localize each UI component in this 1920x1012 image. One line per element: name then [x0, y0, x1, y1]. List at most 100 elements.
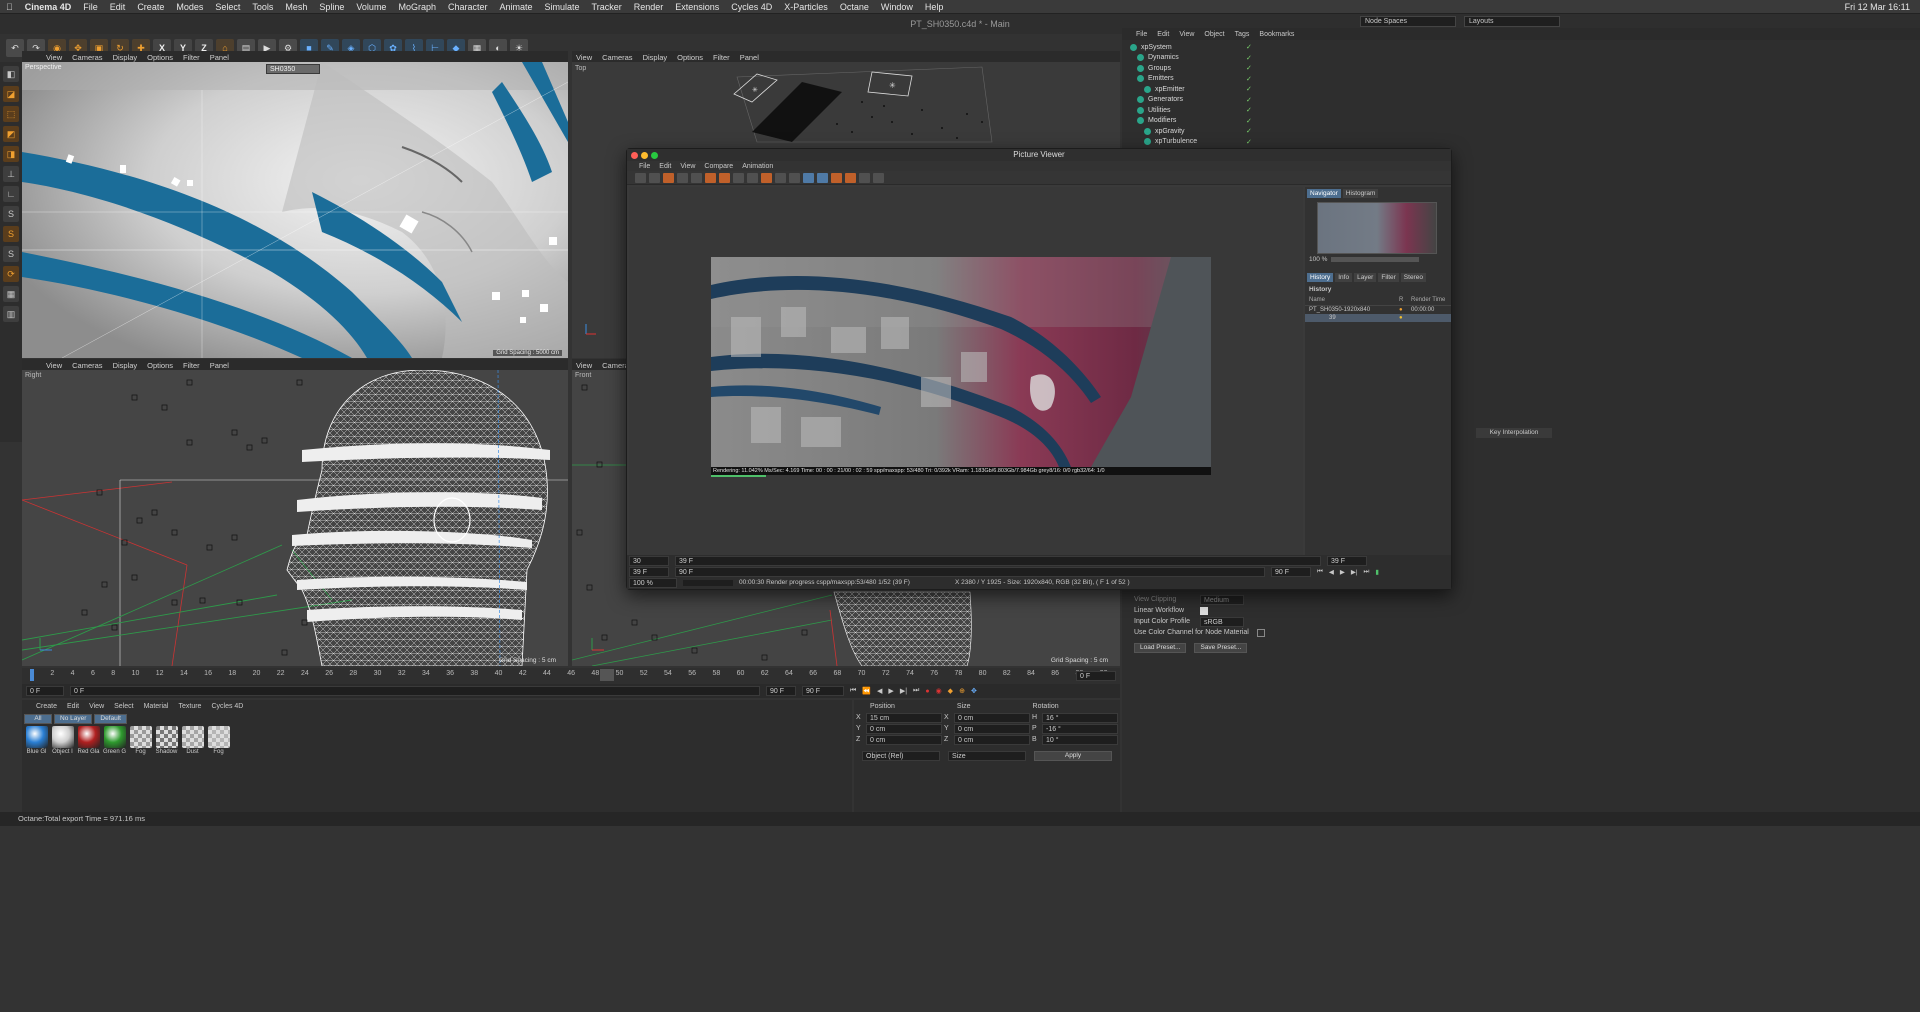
axis-mode-icon[interactable]: ⊥ — [3, 166, 19, 182]
close-window-icon[interactable] — [631, 152, 638, 159]
vp-menu-options[interactable]: Options — [677, 53, 703, 62]
frame-end-field[interactable]: 90 F — [1271, 566, 1311, 577]
tab-histogram[interactable]: Histogram — [1342, 189, 1379, 198]
tab-info[interactable]: Info — [1335, 273, 1353, 282]
size-field[interactable]: 0 cm — [954, 734, 1030, 745]
material-item[interactable]: Fog — [206, 726, 231, 755]
filter-default[interactable]: Default — [94, 714, 127, 724]
navigator-thumbnail[interactable] — [1317, 202, 1437, 254]
motion-icon[interactable]: ✥ — [971, 687, 977, 695]
pv-menu-edit[interactable]: Edit — [659, 163, 671, 170]
checkmark-icon[interactable]: ✓ — [1246, 96, 1252, 104]
apply-button[interactable]: Apply — [1034, 751, 1112, 761]
frame-b-field[interactable]: 39 F — [629, 566, 669, 577]
menu-character[interactable]: Character — [442, 2, 494, 12]
linear-workflow-checkbox[interactable] — [1200, 606, 1208, 615]
vp-menu-filter[interactable]: Filter — [713, 53, 730, 62]
obj-menu-object[interactable]: Object — [1204, 31, 1224, 38]
minimize-window-icon[interactable] — [641, 152, 648, 159]
picture-viewer-window[interactable]: Picture Viewer File Edit View Compare An… — [626, 148, 1452, 590]
filter-all[interactable]: All — [24, 714, 52, 724]
menu-spline[interactable]: Spline — [313, 2, 350, 12]
model-mode-icon[interactable]: ◧ — [3, 66, 19, 82]
pos-field[interactable]: 0 cm — [866, 723, 942, 734]
vp-menu-cameras[interactable]: Cameras — [602, 53, 632, 62]
ab-compare-icon[interactable] — [705, 172, 716, 183]
menu-mesh[interactable]: Mesh — [279, 2, 313, 12]
object-row[interactable]: xpSystem ✓ — [1130, 42, 1920, 53]
menu-render[interactable]: Render — [628, 2, 670, 12]
vp-menu-cameras[interactable]: Cameras — [72, 361, 102, 370]
object-row[interactable]: xpGravity ✓ — [1130, 126, 1920, 137]
vp-menu-filter[interactable]: Filter — [183, 53, 200, 62]
filter-no-layer[interactable]: No Layer — [54, 714, 93, 724]
tab-filter[interactable]: Filter — [1378, 273, 1399, 282]
color-picker-icon[interactable] — [761, 172, 772, 183]
mat-menu-cycles4d[interactable]: Cycles 4D — [211, 703, 243, 710]
pv-go-start-icon[interactable]: ⏮ — [1317, 568, 1323, 576]
edges-mode-icon[interactable]: ◩ — [3, 126, 19, 142]
mat-menu-texture[interactable]: Texture — [179, 703, 202, 710]
frame-a-field[interactable]: 30 — [629, 555, 669, 566]
right-viewport[interactable]: Right Grid Spacing : 5 cm — [22, 370, 568, 666]
mat-menu-view[interactable]: View — [89, 703, 104, 710]
object-row[interactable]: Emitters ✓ — [1130, 74, 1920, 85]
material-item[interactable]: Red Gla — [76, 726, 101, 755]
zoom-window-icon[interactable] — [651, 152, 658, 159]
obj-menu-file[interactable]: File — [1136, 31, 1147, 38]
go-end-icon[interactable]: ⏭ — [913, 687, 919, 695]
material-item[interactable]: Shadow — [154, 726, 179, 755]
keyframe-selection-icon[interactable]: ⊕ — [959, 687, 965, 695]
obj-menu-edit[interactable]: Edit — [1157, 31, 1169, 38]
alpha-icon[interactable] — [775, 172, 786, 183]
pv-go-end-icon[interactable]: ⏭ — [1364, 568, 1370, 576]
prev-frame-icon[interactable]: ◀ — [877, 687, 882, 695]
split-icon[interactable] — [803, 172, 814, 183]
size-field[interactable]: 0 cm — [954, 723, 1030, 734]
tab-stereo[interactable]: Stereo — [1400, 273, 1426, 282]
solo-icon[interactable]: S — [3, 206, 19, 222]
object-row[interactable]: Generators ✓ — [1130, 95, 1920, 106]
vp-menu-view[interactable]: View — [576, 53, 592, 62]
workplane-icon[interactable]: ⟳ — [3, 266, 19, 282]
checkmark-icon[interactable]: ✓ — [1246, 54, 1252, 62]
pos-field[interactable]: 0 cm — [866, 734, 942, 745]
obj-menu-view[interactable]: View — [1179, 31, 1194, 38]
key-icon[interactable]: ◆ — [948, 687, 953, 695]
prev-key-icon[interactable]: ⏪ — [862, 687, 871, 695]
menu-file[interactable]: File — [77, 2, 104, 12]
object-row[interactable]: Dynamics ✓ — [1130, 53, 1920, 64]
vp-menu-view[interactable]: View — [46, 53, 62, 62]
menu-volume[interactable]: Volume — [350, 2, 392, 12]
picture-viewer-canvas[interactable]: Rendering: 11.042% Ms/Sec: 4.169 Time: 0… — [629, 187, 1303, 555]
object-row[interactable]: Groups ✓ — [1130, 63, 1920, 74]
fit-icon[interactable] — [733, 172, 744, 183]
vp-menu-view[interactable]: View — [46, 361, 62, 370]
tab-layer[interactable]: Layer — [1354, 273, 1377, 282]
vp-menu-panel[interactable]: Panel — [210, 361, 229, 370]
vp-menu-view[interactable]: View — [576, 361, 592, 370]
view-clipping-dropdown[interactable]: Medium — [1200, 594, 1244, 605]
perspective-viewport[interactable]: Perspective SH0350 Grid Spacing : 5000 c… — [22, 62, 568, 358]
a-channel-icon[interactable] — [831, 172, 842, 183]
vp-menu-display[interactable]: Display — [113, 361, 138, 370]
material-item[interactable]: Green G — [102, 726, 127, 755]
mat-menu-select[interactable]: Select — [114, 703, 133, 710]
diff-icon[interactable] — [859, 172, 870, 183]
vp-menu-display[interactable]: Display — [643, 53, 668, 62]
pos-field[interactable]: 15 cm — [866, 712, 942, 723]
timeline-current-frame-marker[interactable] — [600, 669, 614, 681]
record-icon[interactable]: ● — [925, 688, 929, 695]
vp-menu-panel[interactable]: Panel — [740, 53, 759, 62]
key-interpolation-tab[interactable]: Key Interpolation — [1476, 428, 1552, 438]
layouts-dropdown[interactable]: Layouts — [1464, 16, 1560, 27]
object-row[interactable]: xpTurbulence ✓ — [1130, 137, 1920, 148]
menu-tools[interactable]: Tools — [246, 2, 279, 12]
vp-menu-filter[interactable]: Filter — [183, 361, 200, 370]
points-mode-icon[interactable]: ⬚ — [3, 106, 19, 122]
timeline-end-field[interactable]: 90 F — [766, 686, 796, 696]
apple-icon[interactable]:  — [0, 2, 19, 12]
pv-timeline-slider[interactable]: 39 F — [675, 555, 1321, 566]
save-preset-button[interactable]: Save Preset... — [1194, 642, 1248, 653]
use-color-channel-checkbox[interactable] — [1256, 628, 1265, 637]
